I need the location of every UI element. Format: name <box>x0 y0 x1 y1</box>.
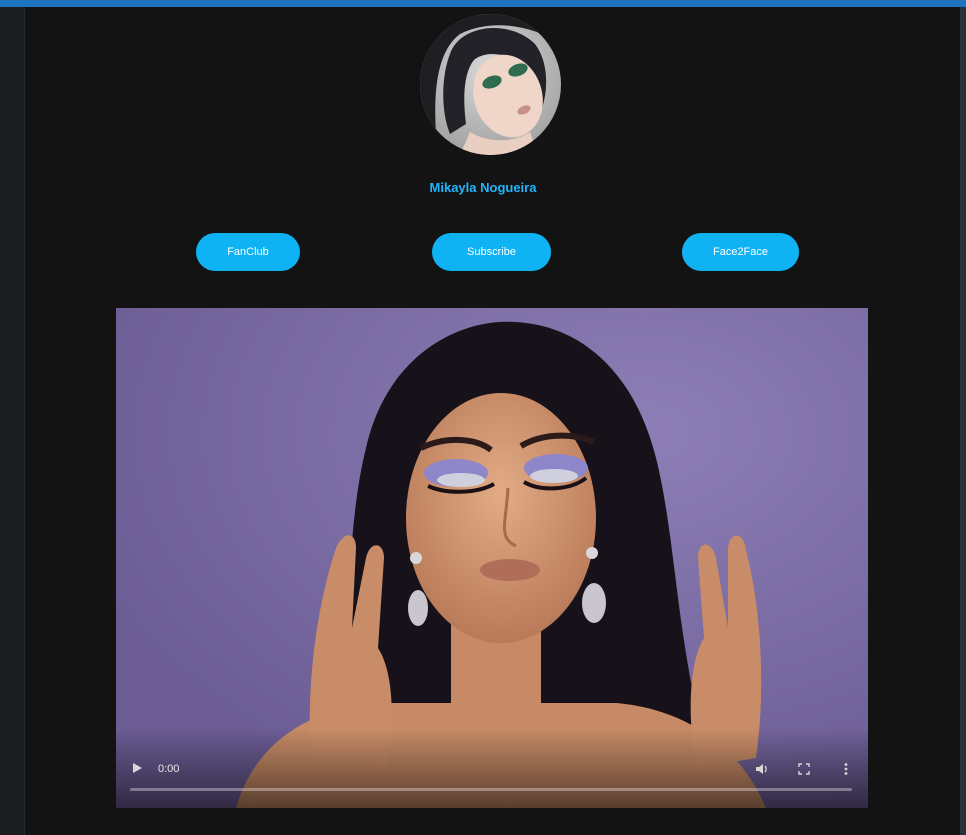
avatar-portrait-image <box>420 14 561 155</box>
video-current-time: 0:00 <box>158 763 180 775</box>
profile-name: Mikayla Nogueira <box>429 180 537 195</box>
volume-icon <box>756 764 767 774</box>
volume-button[interactable] <box>754 761 770 777</box>
play-button[interactable] <box>130 761 144 775</box>
more-options-button[interactable] <box>838 761 854 777</box>
more-vertical-icon <box>844 763 848 775</box>
video-player[interactable]: 0:00 <box>116 308 868 808</box>
window-top-bar <box>0 0 966 7</box>
fanclub-button[interactable]: FanClub <box>196 233 300 271</box>
play-icon <box>133 763 142 773</box>
face2face-button[interactable]: Face2Face <box>682 233 799 271</box>
video-progress-bar[interactable] <box>130 788 852 791</box>
fullscreen-button[interactable] <box>796 761 812 777</box>
subscribe-button[interactable]: Subscribe <box>432 233 551 271</box>
fullscreen-icon <box>798 763 810 775</box>
profile-avatar[interactable] <box>420 14 561 155</box>
right-scroll-rail <box>960 7 966 835</box>
left-sidebar-rail <box>0 7 25 835</box>
